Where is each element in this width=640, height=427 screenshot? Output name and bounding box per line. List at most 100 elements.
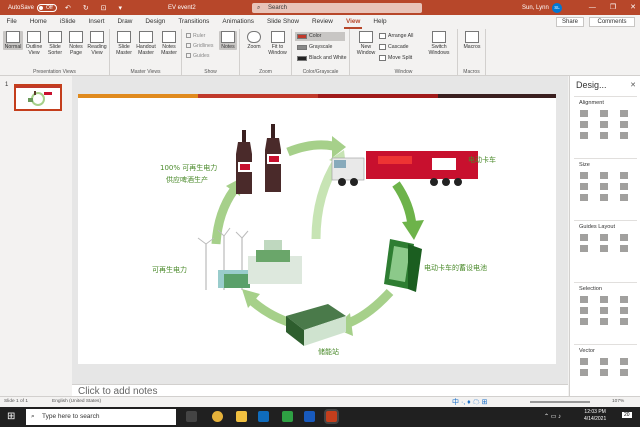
vector-6-icon[interactable] (620, 369, 628, 376)
vector-2-icon[interactable] (600, 358, 608, 365)
search-box[interactable]: ⌕ Search (252, 3, 422, 13)
distribute-v-icon[interactable] (600, 132, 608, 139)
guide-5-icon[interactable] (600, 245, 608, 252)
scale-icon[interactable] (620, 194, 628, 201)
menu-insert[interactable]: Insert (82, 15, 111, 29)
close-button[interactable]: ✕ (630, 0, 636, 15)
menu-home[interactable]: Home (23, 15, 53, 29)
slide-sorter-button[interactable]: Slide Sorter (45, 31, 65, 56)
select-9-icon[interactable] (620, 318, 628, 325)
swap-icon[interactable] (580, 194, 588, 201)
quick-access-icons[interactable]: ↶ ↻ ⊡ ▾ (65, 4, 127, 12)
new-window-button[interactable]: New Window (355, 31, 377, 56)
avatar[interactable]: SL (552, 3, 562, 13)
fit-icon[interactable] (620, 183, 628, 190)
minimize-button[interactable]: — (589, 0, 596, 15)
zoom-level[interactable]: 107% (612, 399, 624, 404)
guide-1-icon[interactable] (580, 234, 588, 241)
word-icon[interactable] (304, 411, 315, 422)
vector-1-icon[interactable] (580, 358, 588, 365)
select-7-icon[interactable] (580, 318, 588, 325)
language-status[interactable]: English (United States) (52, 399, 101, 404)
arrange-all-button[interactable]: Arrange All (378, 32, 413, 40)
align-middle-icon[interactable] (600, 121, 608, 128)
notes-page-button[interactable]: Notes Page (66, 31, 86, 56)
ime-indicator[interactable]: 中 ·, ♦ ☁ ⊞ (452, 397, 488, 407)
same-size-icon[interactable] (620, 172, 628, 179)
wechat-icon[interactable] (282, 411, 293, 422)
select-5-icon[interactable] (600, 307, 608, 314)
macros-button[interactable]: Macros (461, 31, 483, 50)
align-right-icon[interactable] (620, 110, 628, 117)
slide-master-button[interactable]: Slide Master (114, 31, 134, 56)
menu-slide-show[interactable]: Slide Show (260, 15, 305, 29)
user-name[interactable]: Sun, Lynn (522, 5, 549, 11)
guide-6-icon[interactable] (620, 245, 628, 252)
menu-help[interactable]: Help (367, 15, 393, 29)
select-1-icon[interactable] (580, 296, 588, 303)
normal-view-button[interactable]: Normal (3, 31, 23, 50)
guide-4-icon[interactable] (580, 245, 588, 252)
notes-pane[interactable]: Click to add notes (72, 384, 568, 397)
gridlines-checkbox[interactable]: Gridlines (186, 43, 213, 49)
powerpoint-icon[interactable] (326, 411, 337, 422)
select-6-icon[interactable] (620, 307, 628, 314)
grayscale-option[interactable]: Grayscale (295, 43, 345, 52)
clock[interactable]: 12:03 PM 4/14/2021 (584, 409, 606, 423)
fit-to-window-button[interactable]: Fit to Window (265, 31, 290, 56)
autosave-toggle[interactable]: Off (37, 3, 58, 12)
outline-view-button[interactable]: Outline View (24, 31, 44, 56)
same-width-icon[interactable] (580, 172, 588, 179)
outlook-icon[interactable] (258, 411, 269, 422)
menu-review[interactable]: Review (305, 15, 339, 29)
menu-draw[interactable]: Draw (111, 15, 139, 29)
ruler-checkbox[interactable]: Ruler (186, 33, 205, 39)
reading-view-button[interactable]: Reading View (86, 31, 108, 56)
task-view-icon[interactable] (186, 411, 197, 422)
same-height-icon[interactable] (600, 172, 608, 179)
slide[interactable]: 100% 可再生电力 供应啤酒生产 电动卡车 电动卡车的蓄设电池 可再生电力 储… (78, 94, 556, 364)
slide-thumbnail[interactable] (14, 84, 62, 111)
comments-button[interactable]: Comments (589, 17, 635, 27)
cascade-button[interactable]: Cascade (378, 43, 408, 51)
align-bottom-icon[interactable] (620, 121, 628, 128)
menu-animations[interactable]: Animations (216, 15, 261, 29)
guide-2-icon[interactable] (600, 234, 608, 241)
restore-button[interactable]: ❐ (610, 0, 616, 15)
notification-badge[interactable]: 20 (622, 412, 632, 418)
windows-start-icon[interactable]: ⊞ (7, 411, 15, 422)
align-left-icon[interactable] (580, 110, 588, 117)
distribute-h-icon[interactable] (580, 132, 588, 139)
align-slide-icon[interactable] (620, 132, 628, 139)
resize-icon[interactable] (580, 183, 588, 190)
tray-icons[interactable]: ⌃ ▭ ♪ (544, 413, 561, 420)
menu-islide[interactable]: iSlide (53, 15, 82, 29)
color-option[interactable]: Color (295, 32, 345, 41)
guide-3-icon[interactable] (620, 234, 628, 241)
handout-master-button[interactable]: Handout Master (135, 31, 157, 56)
select-2-icon[interactable] (600, 296, 608, 303)
crop-icon[interactable] (600, 194, 608, 201)
move-split-button[interactable]: Move Split (378, 54, 412, 62)
chrome-icon[interactable] (212, 411, 223, 422)
zoom-slider[interactable] (530, 401, 590, 403)
stretch-icon[interactable] (600, 183, 608, 190)
select-8-icon[interactable] (600, 318, 608, 325)
taskbar-search[interactable]: ⌕ Type here to search (26, 409, 176, 425)
notes-button[interactable]: Notes (219, 31, 237, 50)
zoom-button[interactable]: Zoom (244, 31, 264, 50)
close-icon[interactable]: ✕ (630, 81, 636, 89)
black-white-option[interactable]: Black and White (295, 54, 349, 63)
align-center-icon[interactable] (600, 110, 608, 117)
vector-3-icon[interactable] (620, 358, 628, 365)
select-4-icon[interactable] (580, 307, 588, 314)
menu-file[interactable]: File (0, 15, 23, 29)
notes-master-button[interactable]: Notes Master (158, 31, 180, 56)
share-button[interactable]: Share (556, 17, 584, 27)
file-explorer-icon[interactable] (236, 411, 247, 422)
align-top-icon[interactable] (580, 121, 588, 128)
menu-view[interactable]: View (339, 15, 366, 29)
menu-transitions[interactable]: Transitions (172, 15, 216, 29)
select-3-icon[interactable] (620, 296, 628, 303)
switch-windows-button[interactable]: Switch Windows (425, 31, 453, 56)
